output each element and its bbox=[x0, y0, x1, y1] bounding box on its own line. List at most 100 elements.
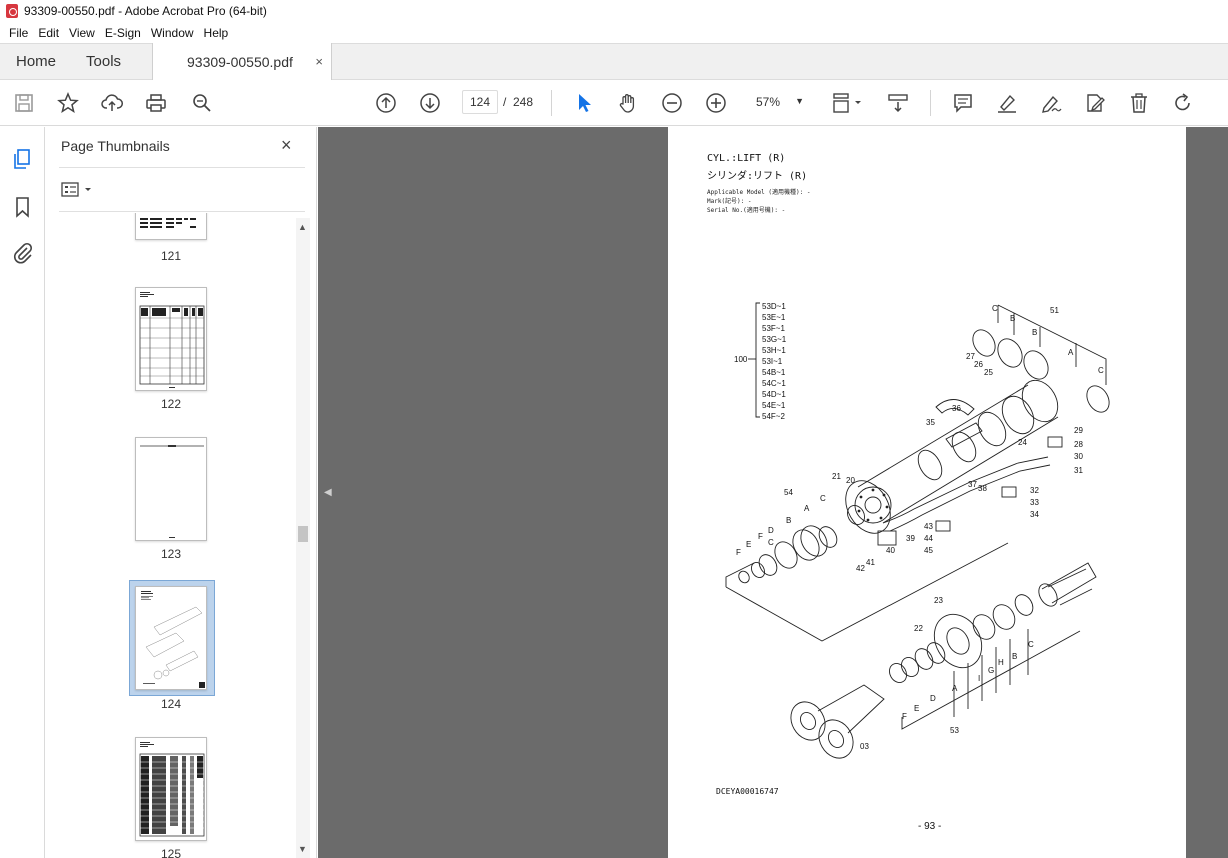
group-item: 53H~1 bbox=[762, 346, 786, 355]
upload-cloud-icon[interactable] bbox=[100, 91, 124, 115]
star-bookmark-icon[interactable] bbox=[56, 91, 80, 115]
callout: 36 bbox=[952, 404, 961, 413]
document-viewer[interactable]: ◀ CYL.:LIFT (R) シリンダ:リフト (R) Applicable … bbox=[318, 127, 1228, 858]
edit-pdf-icon[interactable] bbox=[1083, 91, 1107, 115]
menu-edit[interactable]: Edit bbox=[33, 26, 64, 40]
tab-home[interactable]: Home bbox=[0, 44, 72, 79]
callout: H bbox=[998, 658, 1004, 667]
callout: 45 bbox=[924, 546, 933, 555]
thumbnail-page-121[interactable] bbox=[135, 213, 207, 240]
chevron-down-icon: ▼ bbox=[795, 96, 804, 106]
select-cursor-icon[interactable] bbox=[572, 91, 596, 115]
thumbnail-page-125[interactable] bbox=[135, 737, 207, 841]
rotate-redo-icon[interactable] bbox=[1171, 91, 1195, 115]
group-item: 53F~1 bbox=[762, 324, 785, 333]
exploded-parts-diagram: 100 53D~1 53E~1 53F~1 53G~1 53H~1 53I~1 … bbox=[725, 302, 1110, 759]
save-icon[interactable] bbox=[12, 91, 36, 115]
tab-tools[interactable]: Tools bbox=[72, 44, 137, 79]
window-title: 93309-00550.pdf - Adobe Acrobat Pro (64-… bbox=[24, 4, 267, 18]
page-thumbnails-icon[interactable] bbox=[11, 147, 35, 171]
scrollbar-thumb[interactable] bbox=[298, 526, 308, 542]
part-group-list: 100 53D~1 53E~1 53F~1 53G~1 53H~1 53I~1 … bbox=[734, 302, 787, 421]
callout: F bbox=[736, 548, 741, 557]
next-page-icon[interactable] bbox=[418, 91, 442, 115]
callout: A bbox=[804, 504, 810, 513]
thumbnail-page-122[interactable] bbox=[135, 287, 207, 391]
page-fit-icon[interactable] bbox=[830, 91, 866, 115]
zoom-out-icon[interactable] bbox=[660, 91, 684, 115]
thumbnail-label: 124 bbox=[160, 697, 182, 711]
callout: C bbox=[1028, 640, 1034, 649]
callout: A bbox=[1068, 348, 1074, 357]
scroll-down-icon[interactable]: ▼ bbox=[298, 844, 307, 854]
callout: 42 bbox=[856, 564, 865, 573]
group-item: 53G~1 bbox=[762, 335, 787, 344]
callout: 21 bbox=[832, 472, 841, 481]
callout: 22 bbox=[914, 624, 923, 633]
callout: 43 bbox=[924, 522, 933, 531]
callout: 44 bbox=[924, 534, 933, 543]
callout: 25 bbox=[984, 368, 993, 377]
callout: B bbox=[1012, 652, 1017, 661]
page-total: 248 bbox=[513, 95, 534, 109]
menu-help[interactable]: Help bbox=[199, 26, 234, 40]
bookmarks-icon[interactable] bbox=[11, 195, 35, 219]
thumbnail-options-icon[interactable] bbox=[61, 181, 95, 199]
scroll-up-icon[interactable]: ▲ bbox=[298, 222, 307, 232]
callout: F bbox=[902, 712, 907, 721]
callout: C bbox=[1098, 366, 1104, 375]
thumbnail-list[interactable]: 121 122 123 124 125 bbox=[59, 213, 297, 858]
highlight-pen-icon[interactable] bbox=[995, 91, 1019, 115]
menu-esign[interactable]: E-Sign bbox=[100, 26, 146, 40]
page-meta-model: Applicable Model (適用機種): - bbox=[707, 189, 811, 196]
callout: C bbox=[820, 494, 826, 503]
tab-document[interactable]: 93309-00550.pdf × bbox=[152, 43, 332, 81]
callout: 34 bbox=[1030, 510, 1039, 519]
sign-pen-icon[interactable] bbox=[1039, 91, 1063, 115]
callout: F bbox=[758, 532, 763, 541]
callout: B bbox=[1032, 328, 1037, 337]
menu-window[interactable]: Window bbox=[146, 26, 199, 40]
callout: C bbox=[992, 304, 998, 313]
tab-document-label: 93309-00550.pdf bbox=[187, 54, 293, 70]
print-icon[interactable] bbox=[144, 91, 168, 115]
comment-icon[interactable] bbox=[951, 91, 975, 115]
page-number-input[interactable]: 124 bbox=[462, 90, 498, 114]
toolbar-divider bbox=[930, 90, 931, 116]
delete-trash-icon[interactable] bbox=[1127, 91, 1151, 115]
title-bar: 93309-00550.pdf - Adobe Acrobat Pro (64-… bbox=[0, 0, 1228, 22]
callout: D bbox=[930, 694, 936, 703]
thumbnail-label: 121 bbox=[160, 249, 182, 263]
scroll-mode-icon[interactable] bbox=[886, 91, 910, 115]
thumbnail-scrollbar[interactable]: ▲ ▼ bbox=[296, 218, 310, 858]
zoom-level-select[interactable]: 57% ▼ bbox=[748, 90, 808, 114]
thumbnail-page-124[interactable] bbox=[135, 586, 207, 690]
collapse-panel-icon[interactable]: ◀ bbox=[324, 487, 332, 498]
panel-divider bbox=[59, 167, 305, 168]
callout: 32 bbox=[1030, 486, 1039, 495]
group-item: 54E~1 bbox=[762, 401, 786, 410]
menu-view[interactable]: View bbox=[64, 26, 100, 40]
callout: B bbox=[786, 516, 791, 525]
callout: 23 bbox=[934, 596, 943, 605]
thumbnail-page-123[interactable] bbox=[135, 437, 207, 541]
zoom-level-value: 57% bbox=[756, 95, 781, 109]
search-zoom-icon[interactable] bbox=[190, 91, 214, 115]
callout: 30 bbox=[1074, 452, 1083, 461]
callout: G bbox=[988, 666, 994, 675]
previous-page-icon[interactable] bbox=[374, 91, 398, 115]
attachments-paperclip-icon[interactable] bbox=[11, 241, 35, 265]
menu-file[interactable]: File bbox=[4, 26, 33, 40]
callout: 53 bbox=[950, 726, 959, 735]
panel-close-icon[interactable]: × bbox=[281, 135, 292, 156]
group-item: 54B~1 bbox=[762, 368, 786, 377]
callout: 26 bbox=[974, 360, 983, 369]
hand-tool-icon[interactable] bbox=[616, 91, 640, 115]
zoom-in-icon[interactable] bbox=[704, 91, 728, 115]
callout: D bbox=[768, 526, 774, 535]
group-item: 54F~2 bbox=[762, 412, 785, 421]
tab-close-icon[interactable]: × bbox=[315, 54, 323, 69]
callout: E bbox=[914, 704, 919, 713]
panel-title: Page Thumbnails bbox=[61, 138, 170, 154]
callout: C bbox=[768, 538, 774, 547]
